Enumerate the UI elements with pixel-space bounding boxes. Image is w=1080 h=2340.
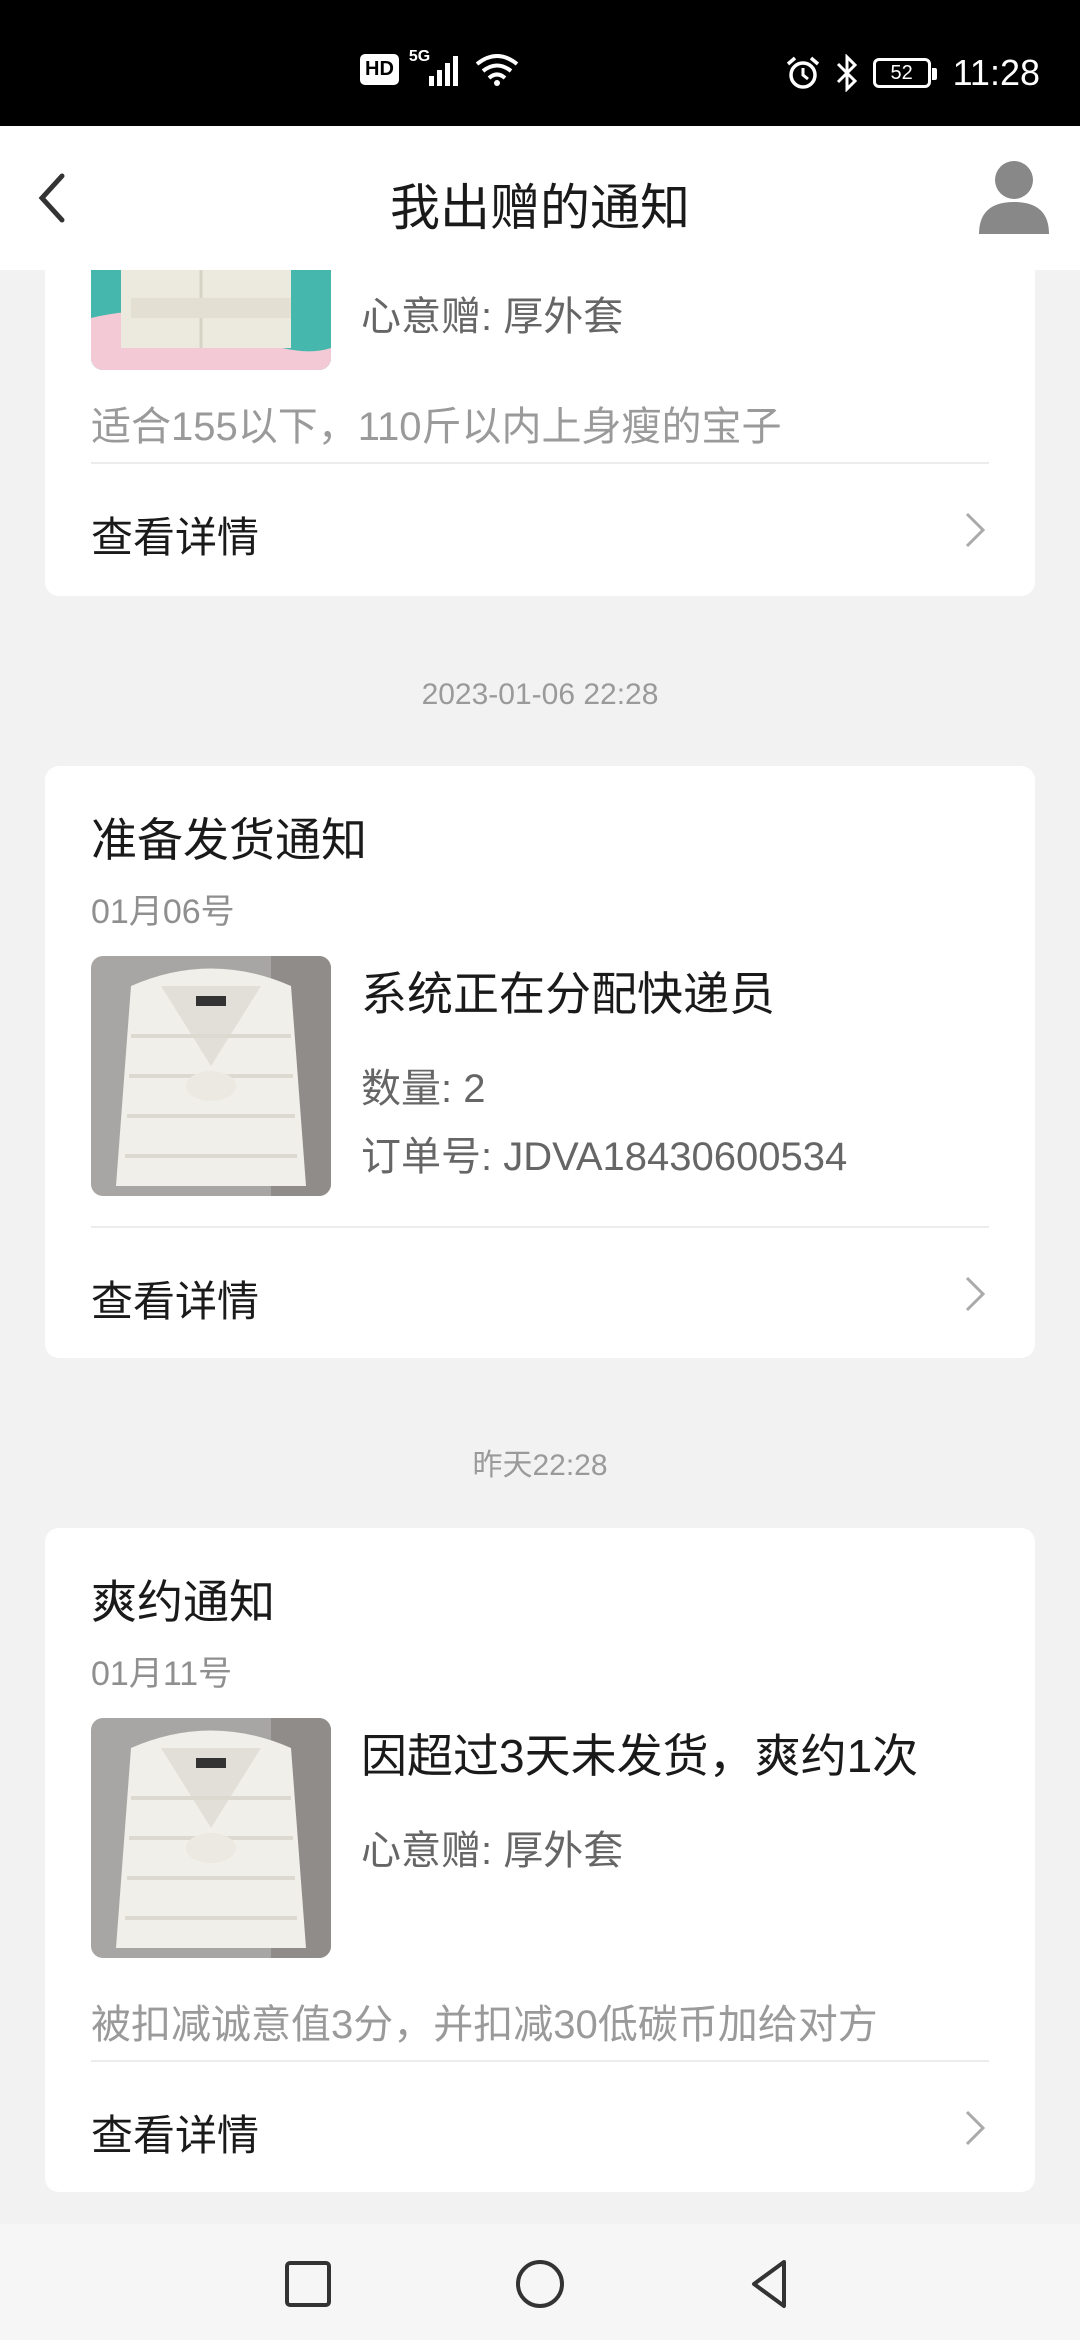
gift-title: 心意赠: 厚外套 bbox=[361, 295, 624, 339]
gift-description: 适合155以下，110斤以内上身瘦的宝子 bbox=[91, 405, 782, 449]
bluetooth-icon bbox=[836, 54, 857, 92]
view-details-row[interactable]: 查看详情 bbox=[45, 2062, 1035, 2192]
status-bar: HD 5G 52 11:28 bbox=[0, 0, 1080, 126]
home-icon[interactable] bbox=[510, 2254, 570, 2314]
system-nav-bar bbox=[0, 2224, 1080, 2340]
back-icon[interactable] bbox=[740, 2254, 800, 2314]
status-time: 11:28 bbox=[952, 52, 1040, 93]
product-thumbnail[interactable] bbox=[91, 956, 331, 1196]
view-details-label: 查看详情 bbox=[91, 514, 260, 561]
gift-title: 心意赠: 厚外套 bbox=[361, 1829, 624, 1873]
notification-card: 爽约通知 01月11号 因超过3天未发货，爽约1次 心意赠: 厚外套 被扣减诚意… bbox=[45, 1528, 1035, 2192]
chevron-right-icon bbox=[965, 1276, 986, 1312]
notification-title: 准备发货通知 bbox=[91, 814, 367, 866]
notification-date: 01月06号 bbox=[91, 893, 235, 931]
user-icon[interactable] bbox=[976, 156, 1052, 238]
battery-icon: 52 bbox=[872, 58, 937, 88]
notification-main-text: 系统正在分配快递员 bbox=[361, 968, 775, 1020]
recent-apps-icon[interactable] bbox=[278, 2254, 338, 2314]
product-thumbnail[interactable] bbox=[91, 1718, 331, 1958]
chevron-right-icon bbox=[965, 512, 986, 548]
wifi-icon bbox=[475, 54, 519, 86]
app-header: 我出赠的通知 bbox=[0, 126, 1080, 270]
status-left: HD 5G bbox=[360, 48, 519, 86]
chevron-right-icon bbox=[965, 2110, 986, 2146]
notification-card: 准备发货通知 01月06号 系统正在分配快递员 数量: 2 订单号: JDVA1… bbox=[45, 766, 1035, 1358]
alarm-icon bbox=[786, 56, 819, 89]
page-title: 我出赠的通知 bbox=[390, 180, 690, 236]
notification-title: 爽约通知 bbox=[91, 1576, 275, 1628]
notification-main-text: 因超过3天未发货，爽约1次 bbox=[361, 1730, 919, 1782]
view-details-label: 查看详情 bbox=[91, 2112, 260, 2159]
signal-icon: 5G bbox=[409, 48, 465, 86]
status-right: 52 11:28 bbox=[785, 52, 1040, 94]
notification-date: 01月11号 bbox=[91, 1655, 233, 1693]
quantity-text: 数量: 2 bbox=[361, 1067, 486, 1111]
order-number-text: 订单号: JDVA18430600534 bbox=[361, 1135, 848, 1179]
hd-icon: HD bbox=[360, 53, 399, 85]
timestamp: 昨天22:28 bbox=[472, 1449, 608, 1482]
timestamp: 2023-01-06 22:28 bbox=[421, 678, 659, 711]
penalty-description: 被扣减诚意值3分，并扣减30低碳币加给对方 bbox=[91, 2003, 878, 2047]
view-details-label: 查看详情 bbox=[91, 1278, 260, 1325]
view-details-row[interactable]: 查看详情 bbox=[45, 464, 1035, 594]
view-details-row[interactable]: 查看详情 bbox=[45, 1228, 1035, 1358]
